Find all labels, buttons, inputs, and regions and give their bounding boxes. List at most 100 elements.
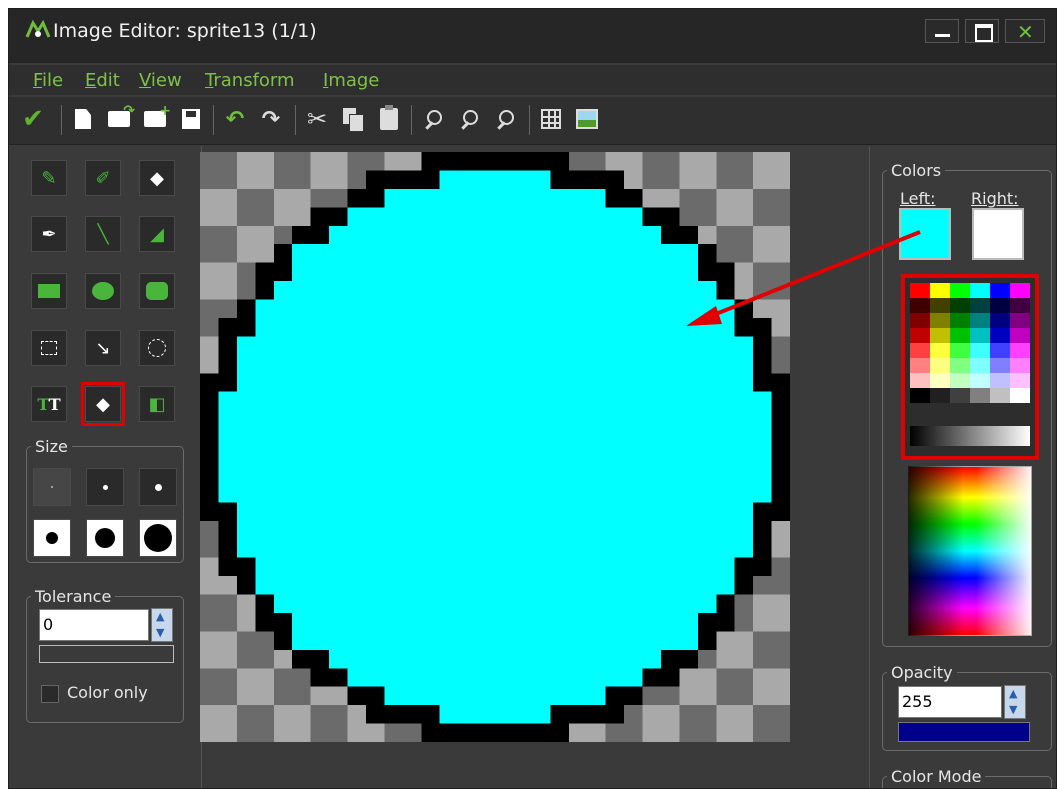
rounded-rectangle-tool[interactable] <box>139 273 175 309</box>
palette-swatch[interactable] <box>930 358 950 373</box>
menu-view[interactable]: View <box>139 70 182 91</box>
palette-swatch[interactable] <box>970 283 990 298</box>
menu-edit[interactable]: Edit <box>85 70 120 91</box>
palette-swatch[interactable] <box>930 298 950 313</box>
palette-swatch[interactable] <box>950 328 970 343</box>
close-button[interactable]: ✕ <box>1005 19 1045 44</box>
size-2-button[interactable] <box>86 468 124 506</box>
text-tool[interactable]: TT <box>31 386 67 422</box>
import-icon[interactable]: + <box>143 103 171 131</box>
new-image-icon[interactable] <box>71 107 95 131</box>
palette-swatch[interactable] <box>990 298 1010 313</box>
palette-swatch[interactable] <box>930 313 950 328</box>
size-6-button[interactable] <box>139 519 177 557</box>
left-color-swatch[interactable] <box>899 208 951 260</box>
palette-swatch[interactable] <box>990 328 1010 343</box>
palette-swatch[interactable] <box>910 343 930 358</box>
polygon-tool[interactable]: ◢ <box>139 216 175 252</box>
select-ellipse-tool[interactable] <box>139 330 175 366</box>
palette-swatch[interactable] <box>970 328 990 343</box>
palette-swatch[interactable] <box>990 373 1010 388</box>
palette-swatch[interactable] <box>910 313 930 328</box>
undo-icon[interactable]: ↶ <box>223 107 247 132</box>
palette-swatch[interactable] <box>990 388 1010 403</box>
paste-icon[interactable] <box>377 105 401 131</box>
palette-swatch[interactable] <box>970 358 990 373</box>
image-icon[interactable] <box>575 107 599 131</box>
palette-swatch[interactable] <box>950 388 970 403</box>
palette-swatch[interactable] <box>990 283 1010 298</box>
opacity-input[interactable]: 255 <box>898 686 1002 718</box>
cut-icon[interactable]: ✂ <box>305 105 329 133</box>
palette-swatch[interactable] <box>970 343 990 358</box>
size-3-button[interactable] <box>139 468 177 506</box>
maximize-button[interactable] <box>965 19 999 43</box>
color-only-checkbox[interactable] <box>41 685 59 703</box>
line-tool[interactable]: ╲ <box>85 216 121 252</box>
palette-swatch[interactable] <box>1010 283 1030 298</box>
palette-swatch[interactable] <box>910 388 930 403</box>
opacity-spinner[interactable] <box>1004 685 1026 719</box>
zoom-out-icon[interactable] <box>457 107 481 131</box>
palette-swatch[interactable] <box>930 343 950 358</box>
menu-transform[interactable]: Transform <box>205 70 295 91</box>
palette-swatch[interactable] <box>950 373 970 388</box>
opacity-slider[interactable] <box>898 722 1030 742</box>
palette-swatch[interactable] <box>970 313 990 328</box>
size-5-button[interactable] <box>86 519 124 557</box>
save-icon[interactable] <box>179 107 203 131</box>
palette-swatch[interactable] <box>1010 358 1030 373</box>
open-icon[interactable]: ↷ <box>107 103 135 131</box>
select-rectangle-tool[interactable] <box>31 330 67 366</box>
palette-swatch[interactable] <box>930 388 950 403</box>
redo-icon[interactable]: ↷ <box>259 107 283 132</box>
grid-icon[interactable] <box>539 107 563 131</box>
ellipse-tool[interactable] <box>85 273 121 309</box>
sprite-canvas[interactable] <box>200 152 790 742</box>
fill-tool[interactable]: ◆ <box>81 382 125 426</box>
grayscale-gradient[interactable] <box>910 426 1030 446</box>
palette-swatch[interactable] <box>910 373 930 388</box>
minimize-button[interactable] <box>925 19 959 43</box>
palette-swatch[interactable] <box>950 298 970 313</box>
palette-swatch[interactable] <box>910 283 930 298</box>
title-bar[interactable]: Image Editor: sprite13 (1/1) ✕ <box>9 9 1056 63</box>
palette-swatch[interactable] <box>910 328 930 343</box>
palette-swatch[interactable] <box>950 283 970 298</box>
palette-swatch[interactable] <box>930 373 950 388</box>
pencil-tool[interactable]: ✎ <box>31 160 67 196</box>
spray-tool[interactable]: ✐ <box>85 160 121 196</box>
size-4-button[interactable] <box>33 519 71 557</box>
palette-swatch[interactable] <box>1010 343 1030 358</box>
palette-swatch[interactable] <box>910 298 930 313</box>
palette-swatch[interactable] <box>990 358 1010 373</box>
palette-swatch[interactable] <box>1010 313 1030 328</box>
menu-image[interactable]: Image <box>323 70 379 91</box>
copy-icon[interactable] <box>341 107 365 132</box>
palette-swatch[interactable] <box>950 343 970 358</box>
palette-swatch[interactable] <box>950 358 970 373</box>
palette-swatch[interactable] <box>930 328 950 343</box>
zoom-in-icon[interactable] <box>421 107 445 131</box>
size-1-button[interactable] <box>33 468 71 506</box>
right-color-swatch[interactable] <box>972 208 1024 260</box>
tolerance-spinner[interactable] <box>151 608 173 642</box>
menu-file[interactable]: File <box>33 70 63 91</box>
color-picker-tool[interactable]: ✒ <box>31 216 67 252</box>
tolerance-input[interactable]: 0 <box>39 609 149 641</box>
rectangle-tool[interactable] <box>31 273 67 309</box>
palette-swatch[interactable] <box>970 373 990 388</box>
palette-swatch[interactable] <box>990 313 1010 328</box>
palette-swatch[interactable] <box>1010 388 1030 403</box>
zoom-reset-icon[interactable] <box>493 107 517 131</box>
palette-swatch[interactable] <box>950 313 970 328</box>
palette-swatch[interactable] <box>1010 298 1030 313</box>
eraser-tool[interactable]: ◆ <box>139 160 175 196</box>
checkmark-icon[interactable]: ✔ <box>21 106 45 132</box>
paste-sprite-tool[interactable]: ◧ <box>139 386 175 422</box>
palette-swatch[interactable] <box>1010 373 1030 388</box>
palette-swatch[interactable] <box>990 343 1010 358</box>
palette-swatch[interactable] <box>970 388 990 403</box>
palette-swatch[interactable] <box>930 283 950 298</box>
palette-swatch[interactable] <box>1010 328 1030 343</box>
